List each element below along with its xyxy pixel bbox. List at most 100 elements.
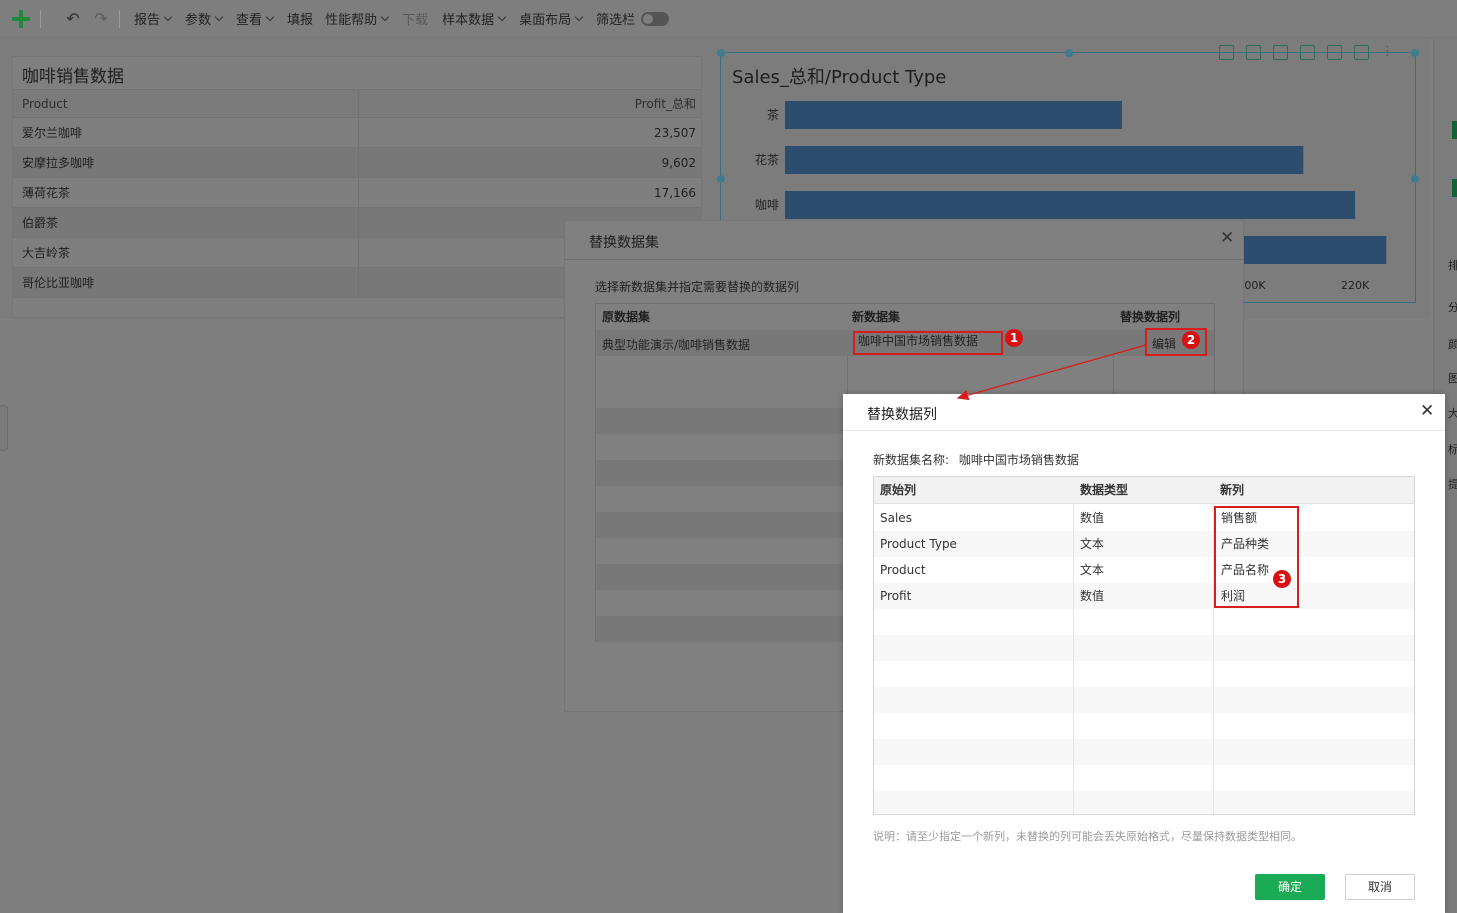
bar[interactable] [785,101,1122,129]
menu-perf-help[interactable]: 性能帮助 [325,9,390,28]
strip-label[interactable]: 分 [1448,299,1457,315]
strip-label[interactable]: 颜 [1448,336,1457,352]
menu-params-label: 参数 [185,13,212,28]
column-divider [1073,504,1074,814]
more-icon[interactable]: ⋮ [1381,45,1394,60]
cell-product: 爱尔兰咖啡 [13,117,359,148]
dialog-title: 替换数据集 [589,235,659,251]
add-icon[interactable] [10,8,32,30]
cell-product: 伯爵茶 [13,207,359,238]
data-type: 文本 [1080,563,1105,577]
empty-row [874,739,1414,765]
left-panel-expand-tab[interactable] [0,405,8,451]
toolbar-divider [119,9,120,28]
strip-label[interactable]: 标 [1448,441,1457,457]
chevron-down-icon [265,12,275,22]
replace-columns-dialog: 替换数据列 ✕ 新数据集名称: 咖啡中国市场销售数据 原始列 数据类型 新列 S… [843,394,1445,913]
table-header-row: 原始列 数据类型 新列 [874,477,1414,504]
filter-icon[interactable] [1246,45,1261,60]
table-row: Product 文本 产品名称 [874,557,1414,583]
fullscreen-icon[interactable] [1219,45,1234,60]
zoom-in-icon[interactable] [1300,45,1315,60]
column-mapping-table: 原始列 数据类型 新列 Sales 数值 销售额 Product Type 文本… [873,476,1415,815]
menu-view-label: 查看 [236,13,263,28]
strip-label[interactable]: 排 [1448,257,1457,273]
chevron-down-icon [380,12,390,22]
undo-icon[interactable]: ↶ [63,9,83,29]
table-row: Profit 数值 利润 [874,583,1414,609]
resize-handle[interactable] [1065,49,1073,57]
annotation-box [1214,506,1299,608]
cell-product: 大吉岭茶 [13,237,359,268]
bar[interactable] [785,191,1356,219]
column-header-new: 新数据集 [852,310,901,324]
strip-label[interactable]: 提 [1448,476,1457,492]
data-type: 文本 [1080,537,1105,551]
dialog-divider [565,259,1243,260]
main-toolbar: ↶ ↷ 报告 参数 查看 填报 性能帮助 下载 样本数据 桌面布局 筛选栏 [0,0,1457,38]
menu-sample-data[interactable]: 样本数据 [442,9,507,28]
menu-download[interactable]: 下载 [402,9,428,28]
source-column: Profit [880,589,912,603]
menu-desktop-layout-label: 桌面布局 [519,13,572,28]
strip-label[interactable]: 图 [1448,370,1457,386]
menu-params[interactable]: 参数 [185,9,224,28]
column-header-profit[interactable]: Profit_总和 [358,89,701,118]
menu-fill[interactable]: 填报 [287,9,313,28]
column-header-replace: 替换数据列 [1120,310,1181,324]
data-type: 数值 [1080,511,1105,525]
cell-profit: 17,166 [358,177,701,208]
column-header-product[interactable]: Product [13,89,359,118]
empty-row [874,635,1414,661]
dialog-hint: 选择新数据集并指定需要替换的数据列 [595,280,800,294]
menu-report-label: 报告 [134,13,161,28]
close-icon[interactable]: ✕ [1420,403,1434,420]
resize-handle[interactable] [1411,49,1419,57]
table-row: 薄荷花茶 17,166 [13,177,701,208]
table-header-row: Product Profit_总和 [13,89,701,118]
category-label: 咖啡 [755,197,779,212]
redo-icon[interactable]: ↷ [91,9,111,29]
dataset-name-label: 新数据集名称: [873,453,950,467]
dialog-note: 说明：请至少指定一个新列，未替换的列可能会丢失原始格式，尽量保持数据类型相同。 [873,830,1302,843]
resize-handle[interactable] [717,49,725,57]
chart-title: Sales_总和/Product Type [732,67,947,88]
column-header-type: 数据类型 [1080,483,1129,497]
table-row: Product Type 文本 产品种类 [874,531,1414,557]
chart-toolbar: ⋮ [1219,45,1394,60]
cell-product: 哥伦比亚咖啡 [13,267,359,298]
toolbar-divider [40,9,41,28]
strip-label[interactable]: 大 [1448,405,1457,421]
chevron-down-icon [574,12,584,22]
filter-bar-toggle[interactable] [641,11,670,26]
table-row: 安摩拉多咖啡 9,602 [13,147,701,178]
cell-product: 薄荷花茶 [13,177,359,208]
original-dataset: 典型功能演示/咖啡销售数据 [602,338,751,352]
menu-report[interactable]: 报告 [134,9,173,28]
annotation-badge: 3 [1273,570,1291,588]
menu-view[interactable]: 查看 [236,9,275,28]
cancel-button[interactable]: 取消 [1345,874,1415,900]
close-icon[interactable]: ✕ [1220,230,1234,247]
dataset-name-value: 咖啡中国市场销售数据 [958,453,1079,467]
table-row: 爱尔兰咖啡 23,507 [13,117,701,148]
category-label: 茶 [767,107,779,122]
cell-profit: 23,507 [358,117,701,148]
confirm-button[interactable]: 确定 [1255,874,1325,900]
menu-desktop-layout[interactable]: 桌面布局 [519,9,584,28]
export-icon[interactable] [1327,45,1342,60]
bar[interactable] [785,146,1304,174]
annotation-badge: 2 [1182,331,1200,349]
column-header-source: 原始列 [880,483,917,497]
menu-sample-data-label: 样本数据 [442,13,495,28]
dialog-divider [843,430,1445,431]
menu-filter-bar[interactable]: 筛选栏 [596,9,635,28]
table-panel-title: 咖啡销售数据 [22,67,124,87]
color-swatch[interactable] [1452,121,1457,139]
chevron-down-icon [497,12,507,22]
category-label: 花茶 [755,152,779,167]
drill-icon[interactable] [1273,45,1288,60]
color-swatch[interactable] [1452,179,1457,197]
list-icon[interactable] [1354,45,1369,60]
source-column: Sales [880,511,912,525]
